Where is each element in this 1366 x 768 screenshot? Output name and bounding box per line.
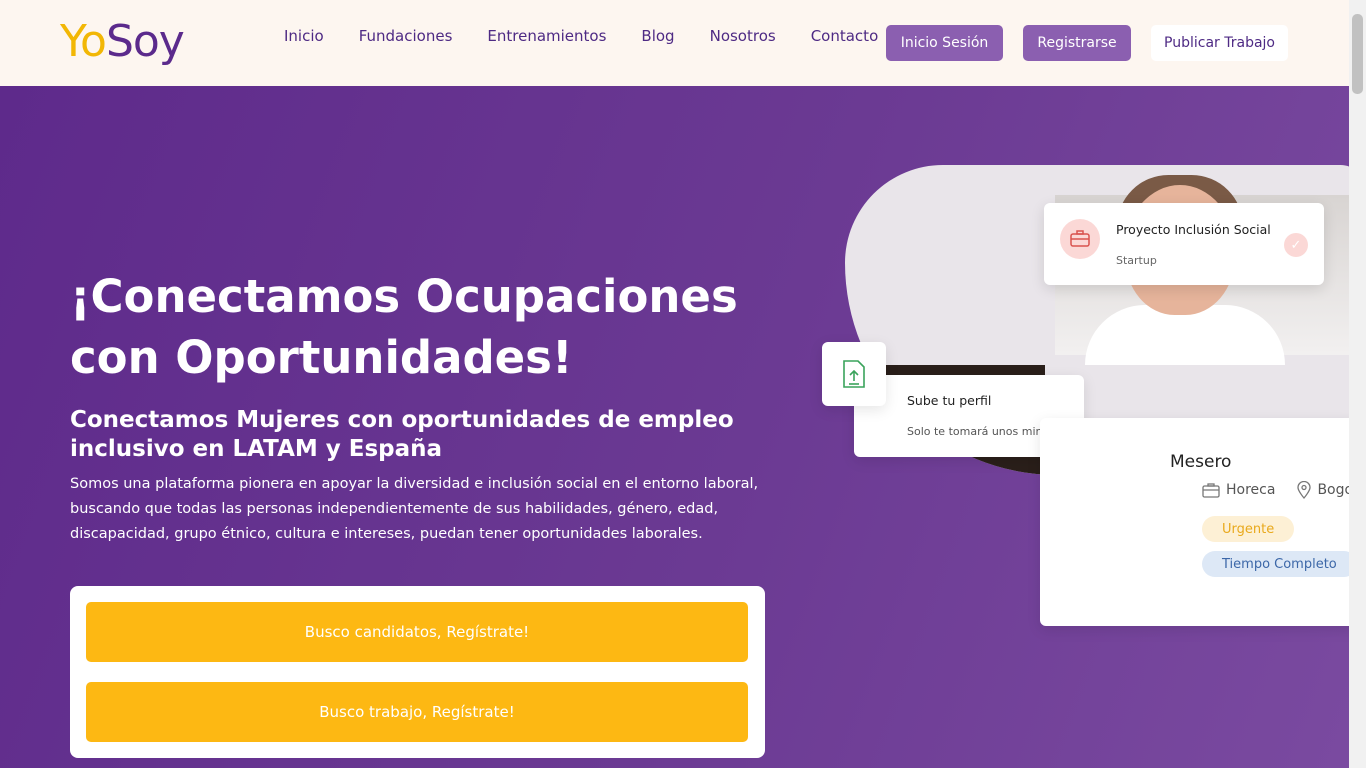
logo-text-yo: Yo <box>60 16 107 67</box>
project-card-subtitle: Startup <box>1116 254 1157 267</box>
main-nav: Inicio Fundaciones Entrenamientos Blog N… <box>284 26 913 46</box>
urgent-badge: Urgente <box>1202 516 1295 542</box>
publish-job-button[interactable]: Publicar Trabajo <box>1151 25 1288 61</box>
hero-description: Somos una plataforma pionera en apoyar l… <box>70 476 759 542</box>
find-candidates-button[interactable]: Busco candidatos, Regístrate! <box>86 602 748 662</box>
scrollbar-thumb[interactable] <box>1352 14 1363 94</box>
briefcase-icon <box>1202 482 1220 498</box>
register-button[interactable]: Registrarse <box>1023 25 1131 61</box>
logo-text-s: S <box>105 16 134 67</box>
location-pin-icon <box>1297 481 1312 499</box>
page-scrollbar[interactable] <box>1349 0 1366 768</box>
nav-inicio[interactable]: Inicio <box>284 26 324 46</box>
upload-file-icon <box>822 342 886 406</box>
job-location: Bogo <box>1297 481 1353 499</box>
nav-contacto[interactable]: Contacto <box>811 26 879 46</box>
briefcase-icon <box>1060 219 1100 259</box>
cta-box: Busco candidatos, Regístrate! Busco trab… <box>70 586 765 758</box>
check-icon: ✓ <box>1284 233 1308 257</box>
find-job-button[interactable]: Busco trabajo, Regístrate! <box>86 682 748 742</box>
login-button[interactable]: Inicio Sesión <box>886 25 1003 61</box>
job-title: Mesero <box>1170 452 1232 472</box>
job-meta: Horeca Bogo <box>1202 481 1360 499</box>
job-category: Horeca <box>1202 482 1275 498</box>
job-card[interactable]: Mesero Horeca Bogo Urgente Tiempo Comple… <box>1040 418 1360 626</box>
nav-entrenamientos[interactable]: Entrenamientos <box>487 26 606 46</box>
site-header: YoSoy Inicio Fundaciones Entrenamientos … <box>0 0 1349 86</box>
logo[interactable]: YoSoy <box>60 14 185 70</box>
project-card: Proyecto Inclusión Social Startup ✓ <box>1044 203 1324 285</box>
upload-card-title: Sube tu perfil <box>907 393 992 408</box>
nav-fundaciones[interactable]: Fundaciones <box>359 26 453 46</box>
project-card-title: Proyecto Inclusión Social <box>1116 222 1271 237</box>
nav-blog[interactable]: Blog <box>641 26 674 46</box>
job-type-badge: Tiempo Completo <box>1202 551 1357 577</box>
job-category-label: Horeca <box>1226 482 1276 498</box>
job-location-label: Bogo <box>1317 482 1354 498</box>
logo-text-oy: oy <box>132 16 185 67</box>
hero-title: ¡Conectamos Ocupaciones con Oportunidade… <box>70 270 738 384</box>
hero-subtitle: Conectamos Mujeres con oportunidades de … <box>70 407 734 462</box>
nav-nosotros[interactable]: Nosotros <box>710 26 776 46</box>
